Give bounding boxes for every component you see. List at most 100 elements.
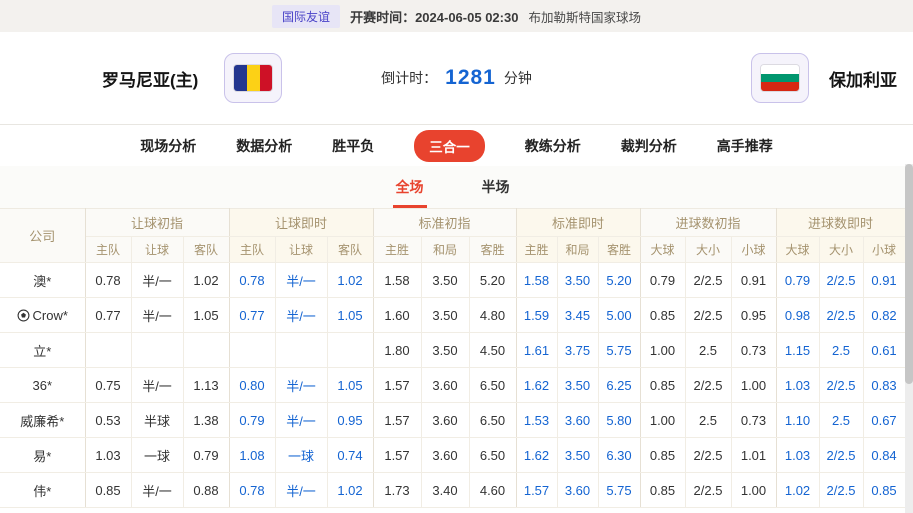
odds-cell: 1.08	[229, 438, 275, 473]
subcol: 让球	[275, 237, 327, 263]
odds-cell: 半/一	[131, 473, 183, 508]
kickoff-label: 开赛时间：	[350, 10, 415, 25]
tab-three-in-one[interactable]: 三合一	[414, 130, 485, 162]
odds-cell: 0.77	[229, 298, 275, 333]
odds-cell: 0.85	[863, 473, 905, 508]
company-cell[interactable]: 伟*	[0, 473, 85, 508]
odds-cell: 半/一	[131, 263, 183, 298]
odds-cell: 1.02	[327, 263, 373, 298]
odds-cell: 0.73	[731, 403, 776, 438]
subcol: 让球	[131, 237, 183, 263]
odds-cell: 2/2.5	[819, 298, 863, 333]
odds-cell: 1.53	[516, 403, 557, 438]
odds-cell: 0.91	[863, 263, 905, 298]
company-cell[interactable]: Crow*	[0, 298, 85, 333]
away-team: 保加利亚	[751, 53, 897, 103]
odds-cell: 1.02	[327, 473, 373, 508]
odds-cell: 0.95	[731, 298, 776, 333]
odds-cell: 1.60	[373, 298, 421, 333]
odds-cell: 1.10	[776, 403, 819, 438]
odds-cell: 1.80	[373, 333, 421, 368]
tab-live-analysis[interactable]: 现场分析	[140, 136, 196, 156]
scrollbar-thumb[interactable]	[905, 164, 913, 384]
odds-cell: 1.61	[516, 333, 557, 368]
subcol: 主胜	[373, 237, 421, 263]
subtab-full-match[interactable]: 全场	[393, 177, 427, 208]
odds-cell: 4.50	[469, 333, 516, 368]
odds-cell: 1.58	[373, 263, 421, 298]
odds-cell: 1.13	[183, 368, 229, 403]
odds-cell: 0.73	[731, 333, 776, 368]
odds-cell: 1.03	[776, 438, 819, 473]
company-name: 伟*	[33, 481, 51, 500]
odds-cell: 0.95	[327, 403, 373, 438]
company-cell[interactable]: 威廉希*	[0, 403, 85, 438]
odds-cell: 1.00	[731, 368, 776, 403]
subtab-half-match[interactable]: 半场	[479, 177, 513, 208]
odds-cell: 2/2.5	[819, 438, 863, 473]
odds-cell: 1.02	[776, 473, 819, 508]
company-cell[interactable]: 澳*	[0, 263, 85, 298]
odds-cell: 0.78	[229, 473, 275, 508]
odds-cell: 0.77	[85, 298, 131, 333]
col-standard-initial: 标准初指	[373, 209, 516, 237]
tab-win-draw-loss[interactable]: 胜平负	[332, 136, 374, 156]
odds-cell: 1.03	[85, 438, 131, 473]
odds-cell	[131, 333, 183, 368]
odds-cell: 0.85	[640, 298, 685, 333]
period-subtabs: 全场 半场	[0, 166, 905, 208]
odds-cell: 3.45	[557, 298, 598, 333]
odds-cell: 0.85	[640, 368, 685, 403]
col-goals-live: 进球数即时	[776, 209, 905, 237]
odds-cell: 3.60	[557, 403, 598, 438]
odds-cell: 6.25	[598, 368, 640, 403]
odds-cell: 1.01	[731, 438, 776, 473]
odds-cell: 1.59	[516, 298, 557, 333]
odds-cell	[85, 333, 131, 368]
odds-cell: 2/2.5	[685, 263, 731, 298]
odds-cell: 5.75	[598, 333, 640, 368]
company-name: 易*	[33, 446, 51, 465]
subcol: 客队	[327, 237, 373, 263]
odds-cell: 半/一	[275, 263, 327, 298]
odds-cell	[183, 333, 229, 368]
vertical-scrollbar[interactable]	[905, 164, 913, 513]
company-cell[interactable]: 易*	[0, 438, 85, 473]
table-row: 36* 0.75 半/一 1.13 0.80 半/一 1.05 1.57 3.6…	[0, 368, 905, 403]
odds-table: 公司 让球初指 让球即时 标准初指 标准即时 进球数初指 进球数即时 主队 让球…	[0, 208, 906, 508]
odds-cell: 3.60	[421, 403, 469, 438]
tab-referee-analysis[interactable]: 裁判分析	[621, 136, 677, 156]
tab-expert-picks[interactable]: 高手推荐	[717, 136, 773, 156]
company-cell[interactable]: 36*	[0, 368, 85, 403]
odds-cell: 0.79	[183, 438, 229, 473]
odds-cell: 半/一	[275, 298, 327, 333]
company-name: 36*	[32, 378, 52, 393]
odds-cell: 3.50	[421, 263, 469, 298]
tab-coach-analysis[interactable]: 教练分析	[525, 136, 581, 156]
odds-cell: 0.85	[85, 473, 131, 508]
league-badge: 国际友谊	[272, 5, 340, 28]
odds-cell: 2/2.5	[819, 263, 863, 298]
odds-cell: 3.75	[557, 333, 598, 368]
away-team-name: 保加利亚	[829, 66, 897, 91]
romania-flag-icon	[234, 65, 272, 91]
odds-cell: 1.62	[516, 368, 557, 403]
odds-cell: 5.20	[598, 263, 640, 298]
tab-data-analysis[interactable]: 数据分析	[236, 136, 292, 156]
table-row: 立* 1.80 3.50 4.50 1.61 3.75 5.75 1.00 2.…	[0, 333, 905, 368]
odds-cell: 0.78	[229, 263, 275, 298]
odds-cell: 3.60	[421, 438, 469, 473]
odds-cell: 2.5	[819, 403, 863, 438]
odds-cell: 半/一	[275, 368, 327, 403]
odds-cell: 6.50	[469, 403, 516, 438]
company-cell[interactable]: 立*	[0, 333, 85, 368]
subcol: 客胜	[598, 237, 640, 263]
table-row: 伟* 0.85 半/一 0.88 0.78 半/一 1.02 1.73 3.40…	[0, 473, 905, 508]
odds-cell: 0.79	[640, 263, 685, 298]
odds-cell: 0.84	[863, 438, 905, 473]
odds-cell: 0.67	[863, 403, 905, 438]
odds-cell: 5.75	[598, 473, 640, 508]
odds-cell: 1.00	[640, 333, 685, 368]
odds-cell: 3.50	[557, 368, 598, 403]
analysis-nav: 现场分析 数据分析 胜平负 三合一 教练分析 裁判分析 高手推荐	[0, 124, 913, 166]
